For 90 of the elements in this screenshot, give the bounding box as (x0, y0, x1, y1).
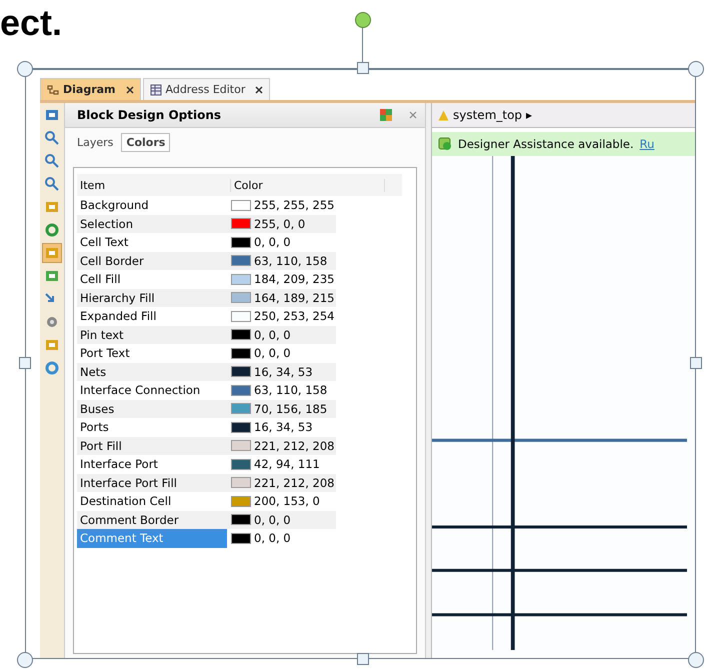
item-cell[interactable]: Background (77, 196, 227, 214)
item-cell[interactable]: Hierarchy Fill (77, 288, 227, 307)
resize-handle[interactable] (17, 61, 33, 77)
resize-handle[interactable] (19, 357, 31, 369)
zoom-area-icon (44, 176, 60, 192)
color-value: 63, 110, 158 (254, 383, 328, 398)
item-cell[interactable]: Port Text (77, 344, 227, 362)
editor-tab[interactable]: Address Editor (142, 78, 270, 100)
close-icon[interactable] (126, 86, 134, 94)
resize-handle[interactable] (357, 62, 369, 74)
zoom-out-icon (44, 153, 60, 169)
color-swatch[interactable] (231, 310, 251, 322)
banner-link[interactable]: Ru (640, 137, 654, 151)
item-cell[interactable]: Interface Port (77, 455, 227, 474)
color-swatch[interactable] (231, 255, 251, 266)
panel-title: Block Design Options (77, 108, 222, 122)
ring-icon (44, 222, 60, 238)
resize-handle[interactable] (690, 357, 702, 369)
gear-icon (44, 314, 60, 330)
color-value: 16, 34, 53 (254, 364, 313, 379)
grid-icon (150, 84, 162, 96)
color-value: 0, 0, 0 (254, 235, 291, 250)
resize-handle[interactable] (688, 652, 704, 668)
color-value: 200, 153, 0 (254, 494, 320, 508)
close-icon[interactable] (255, 86, 264, 94)
color-value: 70, 156, 185 (254, 402, 328, 416)
color-swatch[interactable] (231, 236, 251, 248)
item-cell[interactable]: Port Fill (77, 436, 227, 455)
assistant-icon (438, 137, 452, 151)
color-value: 0, 0, 0 (254, 328, 291, 342)
color-swatch[interactable] (231, 477, 251, 488)
column-header[interactable]: Item (77, 178, 231, 192)
color-value: 164, 189, 215 (254, 290, 334, 305)
options-tab[interactable]: Layers (73, 134, 118, 151)
resize-handle[interactable] (357, 653, 369, 665)
color-swatch[interactable] (231, 348, 251, 359)
banner-text: Designer Assistance available. (458, 137, 634, 151)
color-value: 16, 34, 53 (254, 420, 313, 434)
color-swatch[interactable] (231, 496, 251, 507)
color-swatch[interactable] (231, 329, 251, 340)
color-value: 255, 0, 0 (254, 216, 306, 231)
item-cell[interactable]: Cell Border (77, 252, 227, 270)
color-swatch[interactable] (231, 200, 251, 211)
heading-text: ect. (0, 2, 62, 44)
editor-tab[interactable]: Diagram (40, 78, 141, 100)
color-value: 221, 212, 208 (254, 438, 334, 453)
item-cell[interactable]: Ports (77, 418, 227, 436)
color-value: 221, 212, 208 (254, 476, 334, 490)
color-swatch[interactable] (231, 440, 251, 452)
color-swatch[interactable] (231, 514, 251, 526)
color-value: 63, 110, 158 (254, 254, 328, 268)
item-cell[interactable]: Expanded Fill (77, 307, 227, 326)
item-cell[interactable]: Cell Text (77, 233, 227, 252)
item-cell[interactable]: Nets (77, 362, 227, 381)
color-swatch[interactable] (231, 458, 251, 470)
color-swatch[interactable] (231, 218, 251, 230)
rotate-handle[interactable] (355, 12, 371, 28)
color-swatch[interactable] (231, 274, 251, 285)
breadcrumb-item[interactable]: system_top (453, 108, 522, 122)
color-swatch[interactable] (231, 403, 251, 414)
item-cell[interactable]: Selection (77, 214, 227, 233)
item-cell[interactable]: Interface Port Fill (77, 474, 227, 492)
puzzle-icon[interactable] (379, 108, 393, 122)
resize-handle[interactable] (17, 652, 33, 668)
color-value: 184, 209, 235 (254, 272, 334, 286)
zoom-in-icon (44, 130, 60, 146)
item-cell[interactable]: Interface Connection (77, 381, 227, 400)
breadcrumb-arrow[interactable]: ▸ (526, 108, 532, 122)
color-value: 250, 253, 254 (254, 309, 334, 324)
color-swatch[interactable] (231, 292, 251, 304)
column-header[interactable]: Color (231, 178, 385, 192)
color-swatch[interactable] (231, 532, 251, 544)
options-tab[interactable]: Colors (121, 133, 170, 152)
color-swatch[interactable] (231, 366, 251, 378)
color-swatch[interactable] (231, 422, 251, 433)
color-value: 255, 255, 255 (254, 198, 334, 212)
item-cell[interactable]: Buses (77, 400, 227, 418)
color-value: 0, 0, 0 (254, 531, 291, 546)
item-cell[interactable]: Pin text (77, 326, 227, 344)
color-swatch[interactable] (231, 384, 251, 396)
warning-icon (438, 110, 449, 120)
diagram-icon (47, 84, 59, 96)
color-value: 42, 94, 111 (254, 457, 320, 472)
resize-handle[interactable] (688, 61, 704, 77)
color-value: 0, 0, 0 (254, 512, 291, 527)
item-cell[interactable]: Comment Border (77, 510, 227, 529)
toolbar-button[interactable] (42, 243, 62, 263)
item-cell[interactable]: Cell Fill (77, 270, 227, 288)
item-cell[interactable]: Destination Cell (77, 492, 227, 510)
color-value: 0, 0, 0 (254, 346, 291, 360)
